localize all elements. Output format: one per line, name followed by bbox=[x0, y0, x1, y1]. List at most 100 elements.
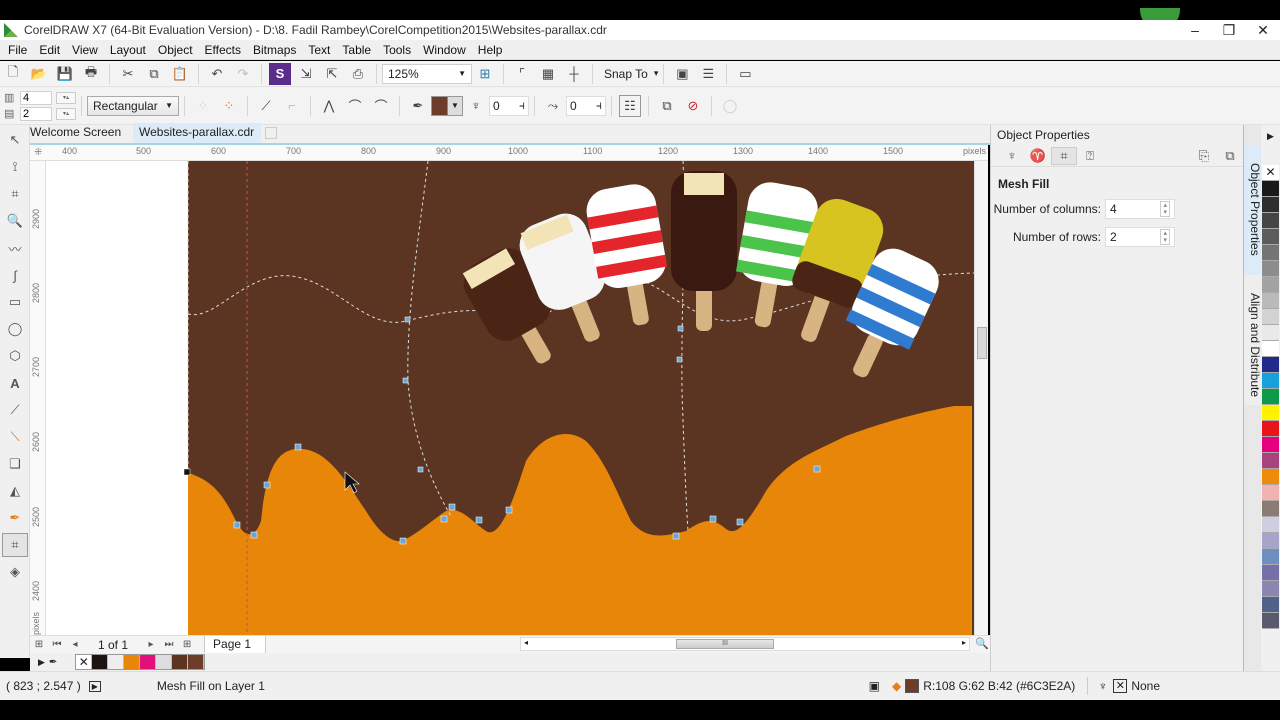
tab-welcome-screen[interactable]: Welcome Screen bbox=[30, 123, 133, 143]
new-document-icon[interactable]: 🗋 bbox=[2, 63, 24, 85]
connector-tool-icon[interactable]: ⟍ bbox=[2, 425, 28, 449]
palette-swatch[interactable] bbox=[1262, 341, 1279, 357]
show-guidelines-icon[interactable]: ┼ bbox=[563, 63, 585, 85]
search-content-icon[interactable]: S bbox=[269, 62, 291, 85]
palette-swatch[interactable] bbox=[172, 655, 189, 669]
status-menu-icon[interactable]: ▶ bbox=[88, 680, 101, 692]
vertical-scrollbar[interactable] bbox=[974, 161, 988, 635]
zoom-level-dropdown[interactable]: 125% ▼ bbox=[382, 63, 472, 84]
tab-websites-parallax[interactable]: Websites-parallax.cdr bbox=[133, 123, 261, 143]
color-proofing-icon[interactable]: ▣ bbox=[869, 679, 880, 693]
menu-table[interactable]: Table bbox=[336, 43, 377, 57]
add-nodes-icon[interactable]: ⁘ bbox=[192, 95, 214, 117]
palette-swatch[interactable] bbox=[156, 655, 173, 669]
zoom-tool-icon[interactable]: 🔍 bbox=[2, 209, 28, 233]
palette-swatch[interactable] bbox=[1262, 277, 1279, 293]
symmetrical-node-icon[interactable]: ⌒ bbox=[370, 95, 392, 117]
cusp-node-icon[interactable]: ⋀ bbox=[318, 95, 340, 117]
palette-swatch[interactable] bbox=[1262, 533, 1279, 549]
palette-swatch[interactable] bbox=[1262, 245, 1279, 261]
palette-swatch[interactable] bbox=[1262, 613, 1279, 629]
side-tab-object-properties[interactable]: Object Properties bbox=[1244, 145, 1262, 275]
smart-fill-tool-icon[interactable]: ◈ bbox=[2, 560, 28, 584]
convert-to-curve-icon[interactable]: ⌐ bbox=[281, 95, 303, 117]
palette-swatch[interactable] bbox=[92, 655, 109, 669]
horizontal-scrollbar[interactable]: ◂ III ▸ bbox=[520, 637, 970, 651]
new-tab-icon[interactable] bbox=[265, 127, 277, 139]
menu-bitmaps[interactable]: Bitmaps bbox=[247, 43, 302, 57]
palette-swatch[interactable] bbox=[1262, 437, 1279, 453]
rows-spinner[interactable]: ▾▴ bbox=[56, 107, 76, 120]
publish-pdf-icon[interactable]: ⎙ bbox=[347, 63, 369, 85]
selection-mode-dropdown[interactable]: Rectangular ▼ bbox=[87, 95, 179, 116]
palette-swatch[interactable] bbox=[1262, 485, 1279, 501]
add-page-before-icon[interactable]: ⊞ bbox=[30, 639, 48, 650]
menu-tools[interactable]: Tools bbox=[377, 43, 417, 57]
palette-swatch[interactable] bbox=[1262, 549, 1279, 565]
palette-swatch[interactable] bbox=[124, 655, 141, 669]
ellipse-tool-icon[interactable]: ◯ bbox=[2, 317, 28, 341]
open-icon[interactable]: 📂 bbox=[28, 63, 50, 85]
palette-swatch[interactable] bbox=[1262, 501, 1279, 517]
undo-icon[interactable]: ↶ bbox=[206, 63, 228, 85]
close-button[interactable]: ✕ bbox=[1246, 20, 1280, 40]
export-icon[interactable]: ⇱ bbox=[321, 63, 343, 85]
clear-mesh-icon[interactable]: ⊘ bbox=[682, 95, 704, 117]
save-icon[interactable]: 💾 bbox=[54, 63, 76, 85]
palette-swatch[interactable] bbox=[1262, 581, 1279, 597]
scroll-right-icon[interactable]: ▸ bbox=[962, 638, 966, 647]
cut-icon[interactable]: ✂ bbox=[117, 63, 139, 85]
menu-help[interactable]: Help bbox=[472, 43, 509, 57]
palette-swatch[interactable] bbox=[1262, 469, 1279, 485]
no-color-swatch[interactable]: ✕ bbox=[76, 655, 93, 669]
horizontal-ruler[interactable]: ⁜ 400 500 600 700 800 900 1000 1100 1200… bbox=[30, 145, 988, 161]
import-icon[interactable]: ⇲ bbox=[295, 63, 317, 85]
mesh-columns-input[interactable] bbox=[20, 90, 52, 105]
palette-swatch[interactable] bbox=[1262, 405, 1279, 421]
summary-icon[interactable]: ⍰ bbox=[1077, 148, 1103, 164]
add-page-after-icon[interactable]: ⊞ bbox=[178, 639, 196, 650]
palette-swatch[interactable] bbox=[1262, 373, 1279, 389]
palette-swatch[interactable] bbox=[1262, 213, 1279, 229]
slider-icon[interactable]: ⫞ bbox=[596, 98, 602, 113]
palette-swatch[interactable] bbox=[1262, 181, 1279, 197]
redo-icon[interactable]: ↷ bbox=[232, 63, 254, 85]
columns-spinner[interactable]: ▾▴ bbox=[56, 91, 76, 104]
slider-icon[interactable]: ⫞ bbox=[519, 98, 525, 113]
copy-icon[interactable]: ⧉ bbox=[143, 63, 165, 85]
crop-tool-icon[interactable]: ⌗ bbox=[2, 182, 28, 206]
transparency-tool-icon[interactable]: ◭ bbox=[2, 479, 28, 503]
menu-text[interactable]: Text bbox=[302, 43, 336, 57]
palette-swatch[interactable] bbox=[1262, 565, 1279, 581]
palette-swatch[interactable] bbox=[1262, 197, 1279, 213]
columns-stepper[interactable]: ▴ ▾ bbox=[1160, 201, 1170, 217]
options-icon[interactable]: ☰ bbox=[697, 63, 719, 85]
pick-tool-icon[interactable]: ↖ bbox=[2, 128, 28, 152]
application-launcher-icon[interactable]: ▭ bbox=[734, 63, 756, 85]
zoom-navigator-icon[interactable]: 🔍 bbox=[975, 637, 989, 650]
menu-window[interactable]: Window bbox=[417, 43, 472, 57]
last-page-icon[interactable]: ⏭ bbox=[160, 639, 178, 650]
columns-field[interactable]: 4 ▴ ▾ bbox=[1105, 199, 1175, 219]
transparency-icon[interactable]: ♈ bbox=[1025, 148, 1051, 164]
palette-swatch[interactable] bbox=[1262, 389, 1279, 405]
minimize-button[interactable]: – bbox=[1178, 20, 1212, 40]
docker-preview-icon[interactable]: ⧉ bbox=[1217, 148, 1243, 164]
prev-page-icon[interactable]: ◂ bbox=[66, 639, 84, 650]
palette-swatch[interactable] bbox=[188, 655, 205, 669]
parallel-dimension-tool-icon[interactable]: ⟋ bbox=[2, 398, 28, 422]
docker-folder-icon[interactable]: ⎘ bbox=[1191, 148, 1217, 164]
menu-file[interactable]: File bbox=[2, 43, 33, 57]
smooth-mesh-color-icon[interactable]: ☷ bbox=[619, 94, 641, 117]
palette-swatch[interactable] bbox=[108, 655, 125, 669]
menu-object[interactable]: Object bbox=[152, 43, 199, 57]
palette-swatch[interactable] bbox=[1262, 421, 1279, 437]
palette-swatch[interactable] bbox=[1262, 261, 1279, 277]
next-page-icon[interactable]: ▸ bbox=[142, 639, 160, 650]
delete-nodes-icon[interactable]: ⁘ bbox=[218, 95, 240, 117]
quick-customize-icon[interactable]: ◯ bbox=[719, 95, 741, 117]
mesh-fill-tool-icon[interactable]: ⌗ bbox=[2, 533, 28, 557]
palette-swatch[interactable] bbox=[140, 655, 157, 669]
menu-layout[interactable]: Layout bbox=[104, 43, 152, 57]
print-icon[interactable]: 🖶 bbox=[80, 63, 102, 85]
